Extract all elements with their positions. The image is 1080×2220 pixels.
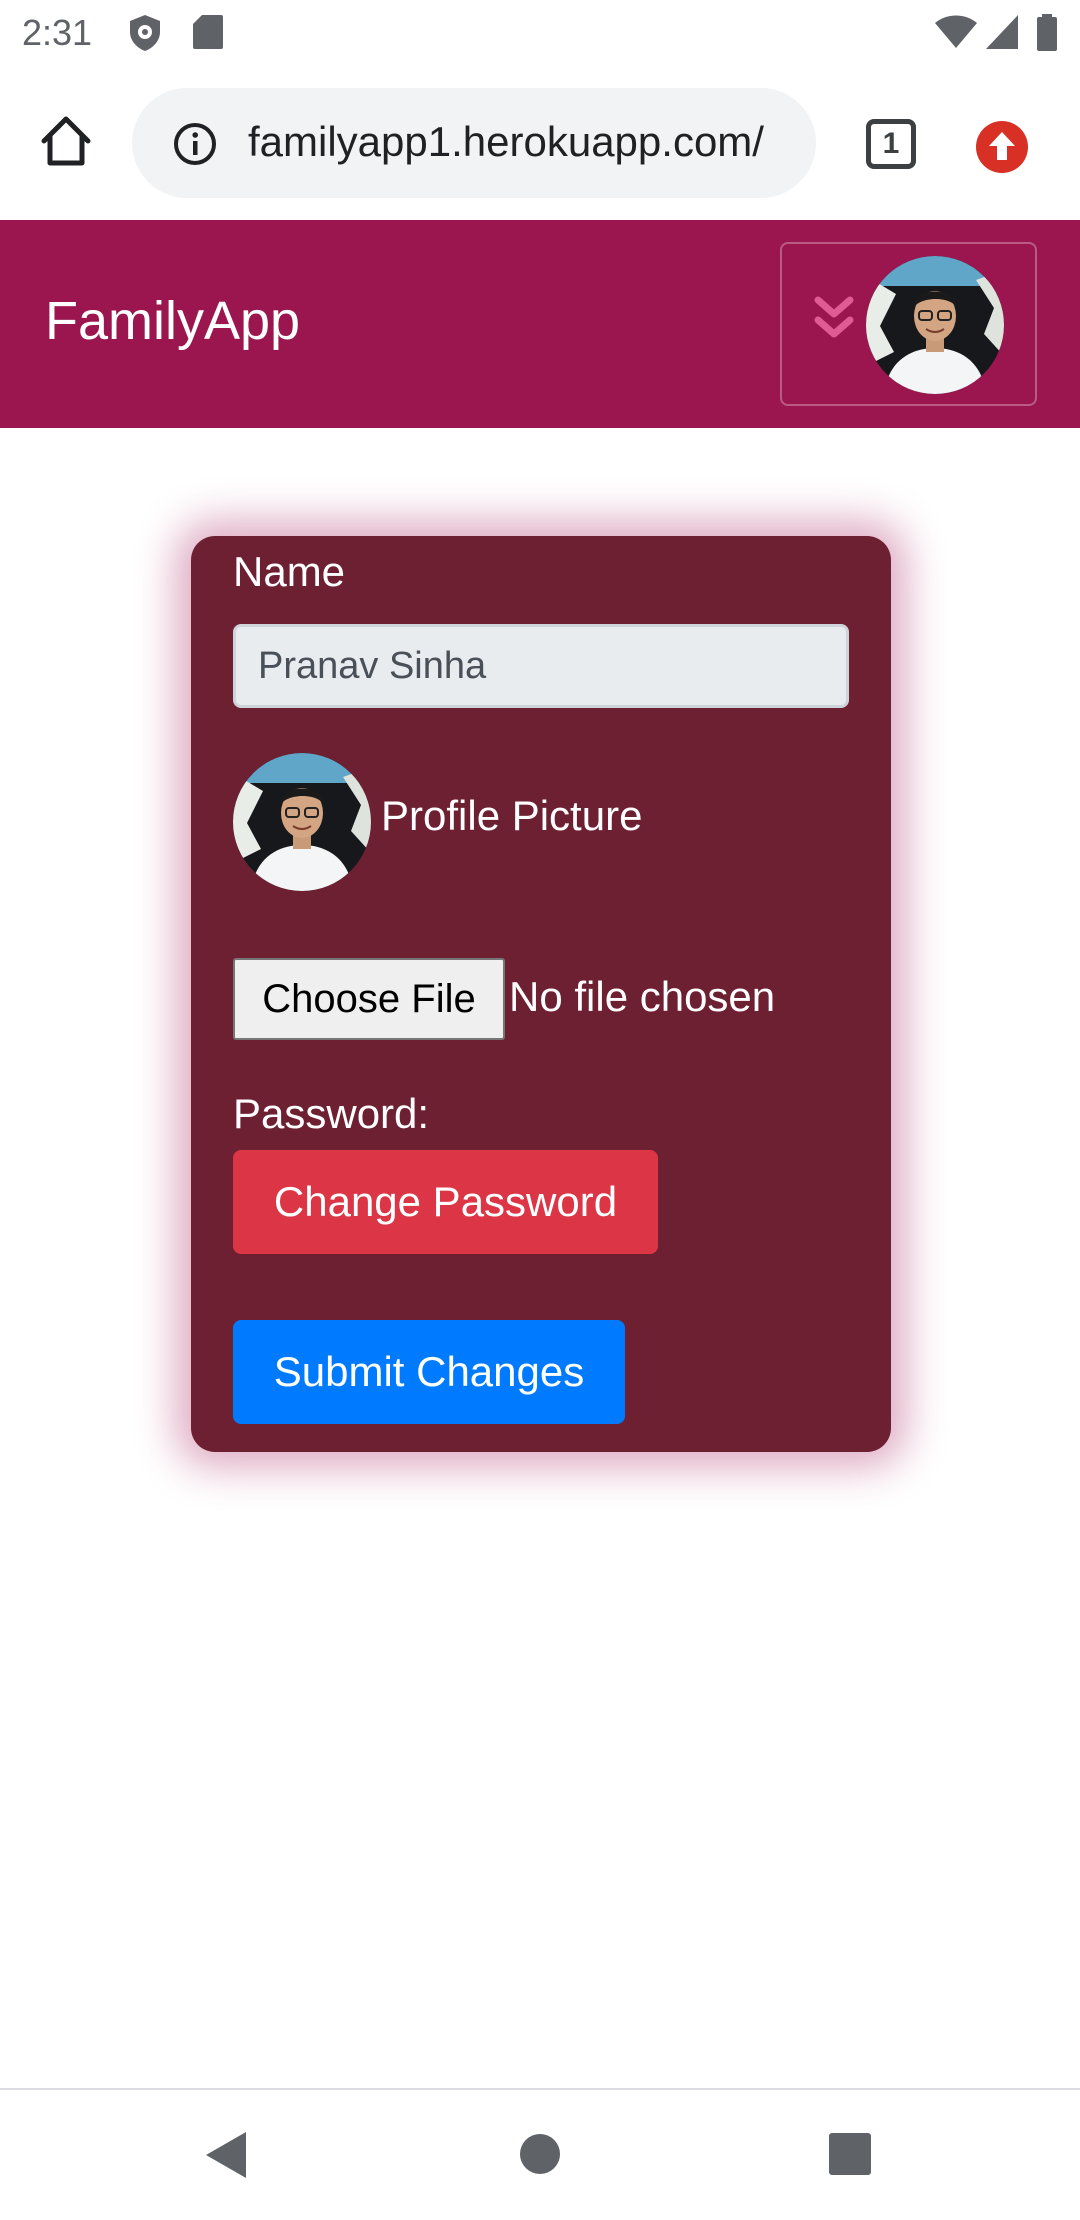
sd-card-icon xyxy=(193,15,223,49)
url-text[interactable]: familyapp1.herokuapp.com/ xyxy=(248,118,764,166)
password-label: Password: xyxy=(233,1090,430,1137)
file-status-text: No file chosen xyxy=(509,973,776,1020)
double-chevron-down-icon xyxy=(814,296,854,338)
status-bar: 2:31 xyxy=(0,0,1080,66)
name-label: Name xyxy=(233,548,346,595)
home-icon[interactable] xyxy=(36,111,96,171)
app-navbar: FamilyApp xyxy=(0,220,1080,428)
info-icon[interactable] xyxy=(172,121,218,167)
tab-switcher-button[interactable]: 1 xyxy=(866,119,916,169)
change-password-button[interactable]: Change Password xyxy=(233,1150,658,1254)
vpn-shield-icon xyxy=(130,15,160,51)
url-bar[interactable]: familyapp1.herokuapp.com/ xyxy=(132,88,816,198)
profile-form-card: Name Profile Picture Choose File No file… xyxy=(191,536,891,1452)
back-icon[interactable] xyxy=(204,2130,248,2180)
user-avatar[interactable] xyxy=(866,256,1004,394)
choose-file-button[interactable]: Choose File xyxy=(233,958,505,1040)
android-nav-bar xyxy=(0,2090,1080,2220)
update-icon[interactable] xyxy=(975,120,1029,174)
battery-icon xyxy=(1037,14,1057,51)
profile-picture-avatar xyxy=(233,753,371,891)
cell-signal-icon xyxy=(986,15,1018,49)
home-circle-icon[interactable] xyxy=(519,2133,561,2175)
name-input[interactable] xyxy=(233,624,849,708)
recents-icon[interactable] xyxy=(829,2133,871,2175)
brand-title[interactable]: FamilyApp xyxy=(45,290,300,352)
browser-toolbar: familyapp1.herokuapp.com/ 1 xyxy=(0,66,1080,220)
profile-picture-label: Profile Picture xyxy=(381,792,643,839)
status-time: 2:31 xyxy=(22,12,93,53)
wifi-icon xyxy=(935,15,977,48)
submit-changes-button[interactable]: Submit Changes xyxy=(233,1320,625,1424)
navbar-toggle-button[interactable] xyxy=(780,242,1037,406)
